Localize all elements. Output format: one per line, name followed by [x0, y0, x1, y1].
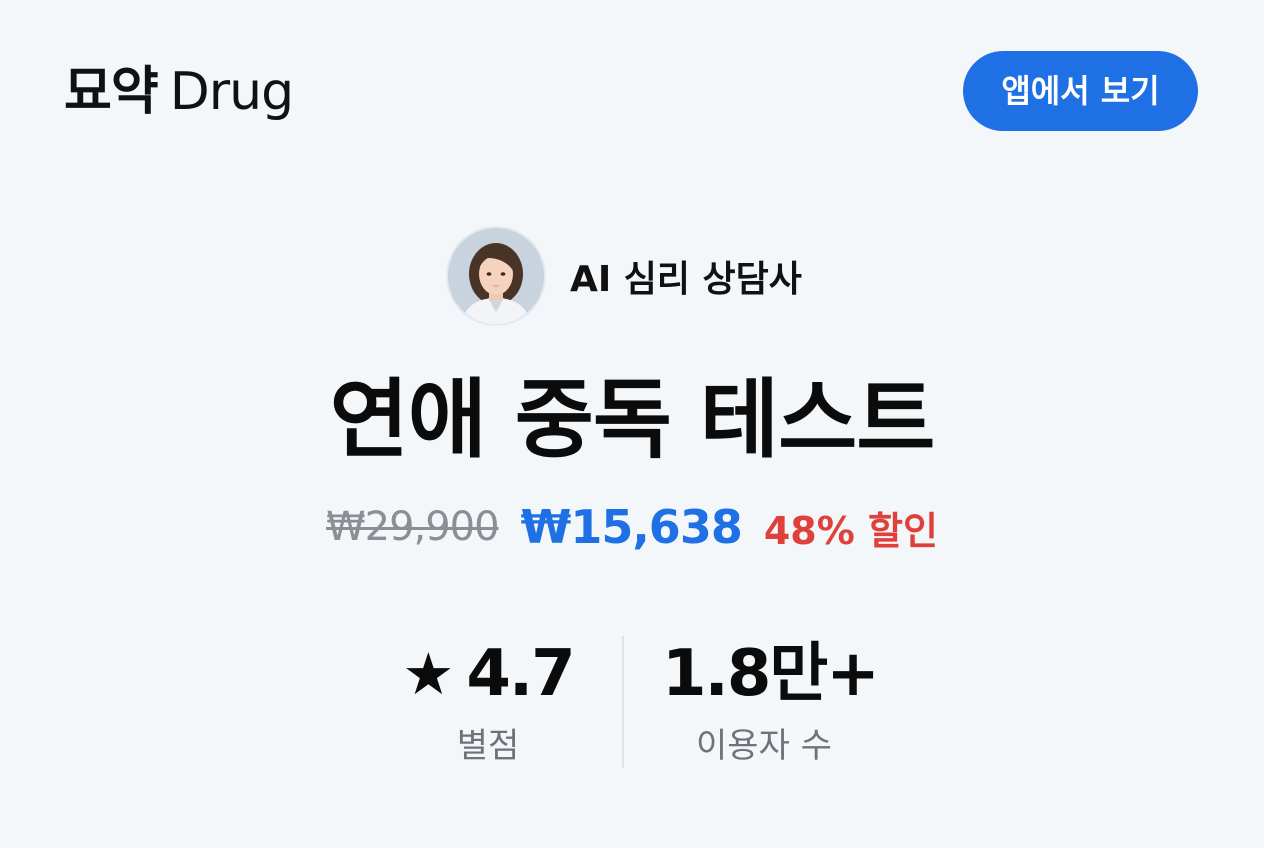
sale-price: ₩15,638	[520, 500, 743, 554]
stats-divider	[622, 636, 624, 768]
open-in-app-button[interactable]: 앱에서 보기	[963, 51, 1198, 131]
header: 묘약 Drug 앱에서 보기	[0, 0, 1264, 180]
users-label: 이용자 수	[696, 726, 832, 766]
rating-value-row: ★ 4.7	[400, 632, 576, 716]
counselor-avatar	[446, 226, 546, 326]
logo-english: Drug	[169, 62, 294, 122]
logo[interactable]: 묘약 Drug	[64, 58, 294, 126]
rating-stat: ★ 4.7 별점	[400, 632, 576, 766]
original-price: ₩29,900	[326, 504, 500, 550]
product-title: 연애 중독 테스트	[329, 370, 936, 470]
users-value: 1.8만+	[662, 637, 880, 711]
discount-badge: 48% 할인	[763, 508, 938, 553]
star-icon: ★	[402, 640, 454, 708]
stats: ★ 4.7 별점 1.8만+ 이용자 수	[0, 632, 1264, 768]
rating-label: 별점	[456, 726, 520, 766]
rating-value: 4.7	[466, 637, 575, 711]
users-stat: 1.8만+ 이용자 수	[662, 632, 880, 766]
counselor-avatar-illustration	[448, 228, 544, 324]
logo-korean: 묘약	[64, 62, 159, 122]
counselor-badge: AI 심리 상담사	[446, 226, 802, 326]
price-row: ₩29,900 ₩15,638 48% 할인	[0, 496, 1264, 558]
counselor-label: AI 심리 상담사	[570, 259, 802, 300]
